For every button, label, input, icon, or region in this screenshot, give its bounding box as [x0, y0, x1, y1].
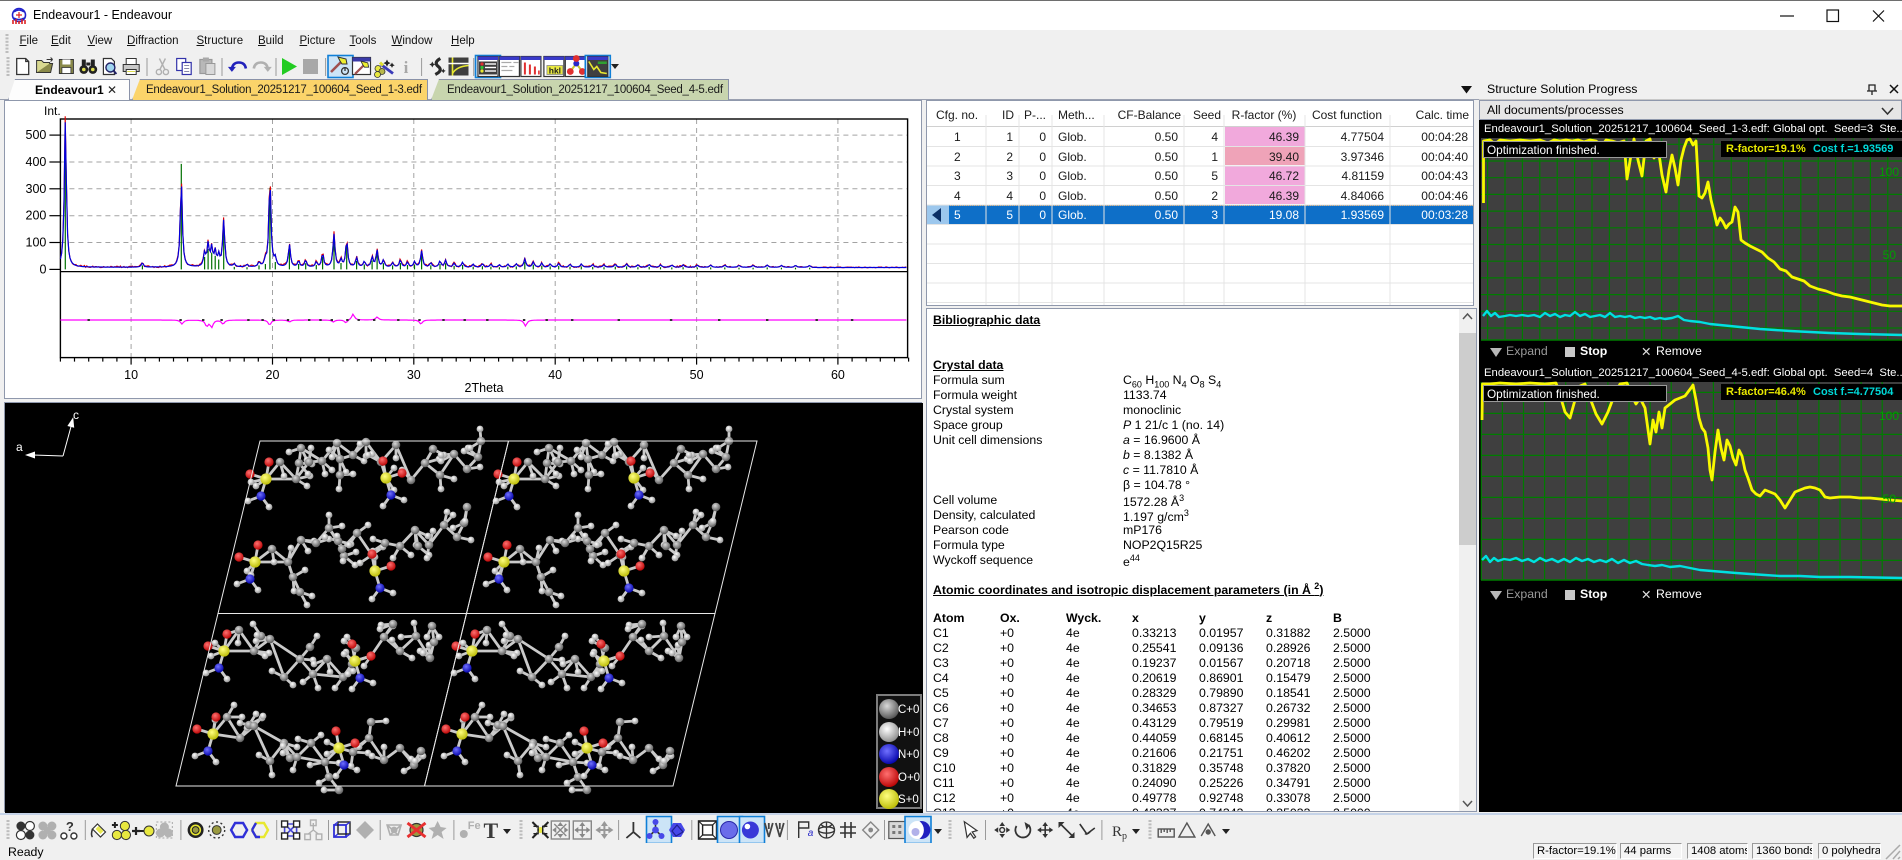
svg-text:hkl: hkl: [549, 66, 561, 76]
svg-text:i: i: [404, 58, 409, 77]
svg-text:60: 60: [831, 368, 845, 382]
svg-text:C+0: C+0: [898, 704, 919, 716]
svg-text:200: 200: [26, 209, 47, 223]
svg-text:R: R: [1112, 824, 1122, 840]
svg-text:Int.: Int.: [44, 104, 61, 118]
svg-text:S+0: S+0: [898, 794, 919, 806]
svg-text:N+0: N+0: [898, 749, 919, 761]
svg-text:H+0: H+0: [898, 727, 919, 739]
svg-text:a: a: [16, 440, 23, 454]
svg-text:50: 50: [1883, 248, 1897, 262]
svg-text:500: 500: [26, 128, 47, 142]
svg-text:0: 0: [39, 262, 46, 276]
svg-text:T: T: [483, 818, 498, 843]
svg-text:a: a: [808, 828, 814, 839]
svg-text:100: 100: [1879, 409, 1899, 423]
svg-text:p: p: [1122, 831, 1127, 842]
svg-text:400: 400: [26, 155, 47, 169]
svg-text:O+0: O+0: [898, 772, 920, 784]
svg-text:50: 50: [1883, 492, 1897, 506]
svg-text:30: 30: [407, 368, 421, 382]
svg-text:50: 50: [690, 368, 704, 382]
svg-text:20: 20: [266, 368, 280, 382]
svg-text:300: 300: [26, 182, 47, 196]
svg-text:10: 10: [124, 368, 138, 382]
svg-text:40: 40: [548, 368, 562, 382]
svg-text:c: c: [73, 408, 79, 422]
svg-text:2Theta: 2Theta: [465, 381, 504, 395]
svg-text:100: 100: [1879, 165, 1899, 179]
svg-text:100: 100: [26, 236, 47, 250]
svg-text:?: ?: [66, 819, 74, 834]
svg-text:Fe: Fe: [468, 820, 481, 832]
